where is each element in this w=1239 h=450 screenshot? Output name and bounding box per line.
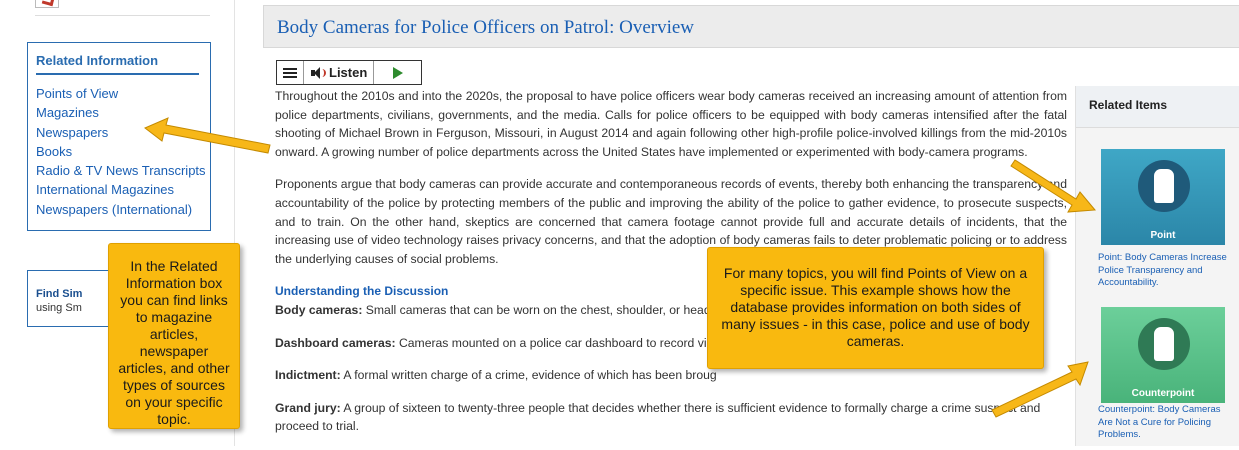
article-header: Body Cameras for Police Officers on Patr… (263, 5, 1239, 48)
related-items-panel: Related Items Point Point: Body Cameras … (1075, 86, 1239, 446)
related-link-magazines[interactable]: Magazines (36, 103, 202, 122)
related-link-points-of-view[interactable]: Points of View (36, 84, 202, 103)
glossary-term: Indictment: (275, 368, 341, 383)
glossary-term: Dashboard cameras: (275, 335, 396, 350)
counterpoint-thumbnail[interactable]: Counterpoint (1101, 307, 1225, 403)
related-link-radio-tv[interactable]: Radio & TV News Transcripts (36, 161, 206, 180)
related-link-books[interactable]: Books (36, 142, 202, 161)
logo-icon[interactable] (35, 0, 59, 8)
related-information-title: Related Information (36, 53, 199, 75)
glossary-definition: Small cameras that can be worn on the ch… (362, 302, 711, 317)
divider (35, 15, 210, 16)
related-information-box: Related Information Points of View Magaz… (27, 42, 211, 231)
menu-icon[interactable] (277, 61, 304, 84)
play-button[interactable] (374, 61, 421, 84)
callout-points-of-view: For many topics, you will find Points of… (707, 247, 1044, 369)
related-link-international-newspapers[interactable]: Newspapers (International) (36, 200, 202, 219)
listen-toolbar: Listen (276, 60, 422, 85)
counterpoint-link[interactable]: Counterpoint: Body Cameras Are Not a Cur… (1098, 404, 1233, 442)
article-title: Body Cameras for Police Officers on Patr… (277, 17, 695, 38)
counterpoint-tile-label: Counterpoint (1131, 388, 1195, 399)
glossary-item: Grand jury: A group of sixteen to twenty… (275, 399, 1067, 436)
related-link-newspapers[interactable]: Newspapers (36, 123, 202, 142)
glossary-definition: A group of sixteen to twenty-three peopl… (275, 400, 1041, 434)
point-tile-label: Point (1150, 230, 1176, 241)
glossary-definition: A formal written charge of a crime, evid… (340, 368, 717, 383)
listen-label: Listen (329, 65, 368, 80)
glossary-term: Body cameras: (275, 302, 363, 317)
callout-related-info: In the Related Information box you can f… (108, 243, 240, 429)
speaker-icon (310, 66, 326, 80)
related-link-international-magazines[interactable]: International Magazines (36, 180, 202, 199)
related-links-list: Points of View Magazines Newspapers Book… (36, 84, 206, 219)
glossary-term: Grand jury: (275, 400, 341, 415)
play-icon (392, 66, 403, 79)
related-items-title: Related Items (1076, 86, 1239, 128)
article-paragraph: Throughout the 2010s and into the 2020s,… (275, 89, 1067, 159)
point-thumbnail[interactable]: Point (1101, 149, 1225, 245)
point-link[interactable]: Point: Body Cameras Increase Police Tran… (1098, 252, 1233, 290)
listen-button[interactable]: Listen (304, 61, 375, 84)
